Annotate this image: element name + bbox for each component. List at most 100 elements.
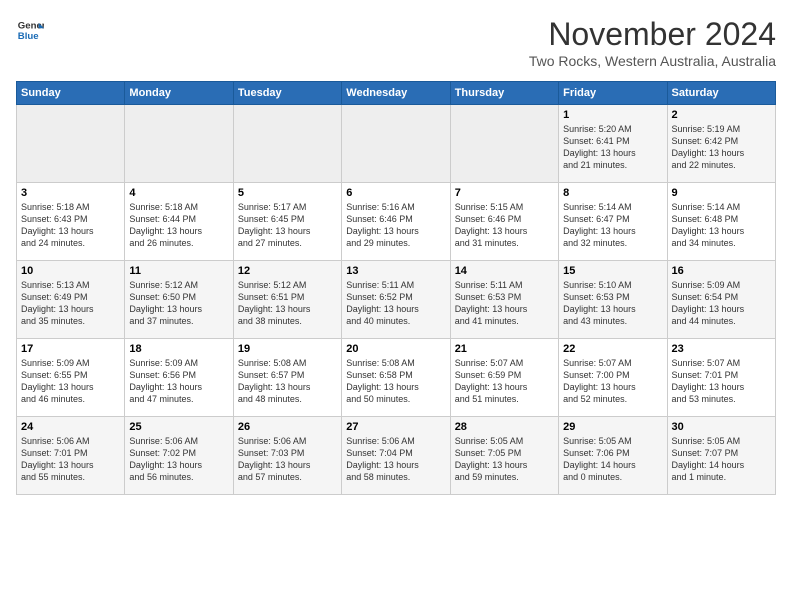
day-info: Sunrise: 5:09 AM Sunset: 6:55 PM Dayligh… [21, 357, 120, 406]
day-info: Sunrise: 5:18 AM Sunset: 6:44 PM Dayligh… [129, 201, 228, 250]
day-number: 25 [129, 421, 228, 433]
day-cell: 12 Sunrise: 5:12 AM Sunset: 6:51 PM Dayli… [233, 261, 341, 339]
day-info: Sunrise: 5:11 AM Sunset: 6:52 PM Dayligh… [346, 279, 445, 328]
week-row-3: 10Sunrise: 5:13 AM Sunset: 6:49 PM Dayli… [17, 261, 776, 339]
day-cell: 24Sunrise: 5:06 AM Sunset: 7:01 PM Dayli… [17, 417, 125, 495]
week-row-2: 3 Sunrise: 5:18 AM Sunset: 6:43 PM Daylig… [17, 183, 776, 261]
day-info: Sunrise: 5:12 AM Sunset: 6:51 PM Dayligh… [238, 279, 337, 328]
day-info: Sunrise: 5:05 AM Sunset: 7:06 PM Dayligh… [563, 435, 662, 484]
day-cell: 10Sunrise: 5:13 AM Sunset: 6:49 PM Dayli… [17, 261, 125, 339]
day-number: 12 [238, 265, 337, 277]
day-number: 7 [455, 187, 554, 199]
day-cell [233, 105, 341, 183]
day-cell: 4 Sunrise: 5:18 AM Sunset: 6:44 PM Daylig… [125, 183, 233, 261]
day-cell [125, 105, 233, 183]
day-cell: 28 Sunrise: 5:05 AM Sunset: 7:05 PM Dayli… [450, 417, 558, 495]
day-info: Sunrise: 5:15 AM Sunset: 6:46 PM Dayligh… [455, 201, 554, 250]
day-cell: 21 Sunrise: 5:07 AM Sunset: 6:59 PM Dayli… [450, 339, 558, 417]
day-number: 3 [21, 187, 120, 199]
day-cell: 18 Sunrise: 5:09 AM Sunset: 6:56 PM Dayli… [125, 339, 233, 417]
day-cell: 19 Sunrise: 5:08 AM Sunset: 6:57 PM Dayli… [233, 339, 341, 417]
day-number: 13 [346, 265, 445, 277]
day-number: 30 [672, 421, 771, 433]
day-number: 6 [346, 187, 445, 199]
week-row-4: 17 Sunrise: 5:09 AM Sunset: 6:55 PM Dayli… [17, 339, 776, 417]
logo-icon: General Blue [16, 16, 44, 44]
day-number: 23 [672, 343, 771, 355]
day-info: Sunrise: 5:17 AM Sunset: 6:45 PM Dayligh… [238, 201, 337, 250]
day-info: Sunrise: 5:10 AM Sunset: 6:53 PM Dayligh… [563, 279, 662, 328]
day-number: 20 [346, 343, 445, 355]
day-info: Sunrise: 5:19 AM Sunset: 6:42 PM Dayligh… [672, 123, 771, 172]
header-row: SundayMondayTuesdayWednesdayThursdayFrid… [17, 82, 776, 105]
page-header: General Blue November 2024 Two Rocks, We… [16, 16, 776, 69]
day-info: Sunrise: 5:07 AM Sunset: 7:00 PM Dayligh… [563, 357, 662, 406]
day-cell: 14Sunrise: 5:11 AM Sunset: 6:53 PM Dayli… [450, 261, 558, 339]
day-cell [342, 105, 450, 183]
column-header-tuesday: Tuesday [233, 82, 341, 105]
day-cell: 3 Sunrise: 5:18 AM Sunset: 6:43 PM Daylig… [17, 183, 125, 261]
day-info: Sunrise: 5:14 AM Sunset: 6:47 PM Dayligh… [563, 201, 662, 250]
day-info: Sunrise: 5:05 AM Sunset: 7:07 PM Dayligh… [672, 435, 771, 484]
day-number: 19 [238, 343, 337, 355]
day-info: Sunrise: 5:06 AM Sunset: 7:03 PM Dayligh… [238, 435, 337, 484]
day-cell: 26 Sunrise: 5:06 AM Sunset: 7:03 PM Dayli… [233, 417, 341, 495]
day-number: 17 [21, 343, 120, 355]
day-number: 5 [238, 187, 337, 199]
day-info: Sunrise: 5:09 AM Sunset: 6:54 PM Dayligh… [672, 279, 771, 328]
main-title: November 2024 [529, 16, 776, 53]
day-number: 18 [129, 343, 228, 355]
column-header-monday: Monday [125, 82, 233, 105]
day-number: 29 [563, 421, 662, 433]
day-info: Sunrise: 5:14 AM Sunset: 6:48 PM Dayligh… [672, 201, 771, 250]
day-number: 28 [455, 421, 554, 433]
day-cell [450, 105, 558, 183]
day-cell: 22 Sunrise: 5:07 AM Sunset: 7:00 PM Dayli… [559, 339, 667, 417]
day-cell: 2Sunrise: 5:19 AM Sunset: 6:42 PM Daylig… [667, 105, 775, 183]
day-cell: 9 Sunrise: 5:14 AM Sunset: 6:48 PM Daylig… [667, 183, 775, 261]
logo: General Blue [16, 16, 44, 44]
day-info: Sunrise: 5:18 AM Sunset: 6:43 PM Dayligh… [21, 201, 120, 250]
day-number: 22 [563, 343, 662, 355]
day-cell: 16 Sunrise: 5:09 AM Sunset: 6:54 PM Dayli… [667, 261, 775, 339]
day-cell: 1Sunrise: 5:20 AM Sunset: 6:41 PM Daylig… [559, 105, 667, 183]
day-number: 16 [672, 265, 771, 277]
day-cell: 11 Sunrise: 5:12 AM Sunset: 6:50 PM Dayli… [125, 261, 233, 339]
day-number: 1 [563, 109, 662, 121]
subtitle: Two Rocks, Western Australia, Australia [529, 53, 776, 69]
week-row-1: 1Sunrise: 5:20 AM Sunset: 6:41 PM Daylig… [17, 105, 776, 183]
day-cell: 6 Sunrise: 5:16 AM Sunset: 6:46 PM Daylig… [342, 183, 450, 261]
day-cell: 30 Sunrise: 5:05 AM Sunset: 7:07 PM Dayli… [667, 417, 775, 495]
calendar-table: SundayMondayTuesdayWednesdayThursdayFrid… [16, 81, 776, 495]
day-info: Sunrise: 5:06 AM Sunset: 7:02 PM Dayligh… [129, 435, 228, 484]
day-cell: 29 Sunrise: 5:05 AM Sunset: 7:06 PM Dayli… [559, 417, 667, 495]
day-cell: 15Sunrise: 5:10 AM Sunset: 6:53 PM Dayli… [559, 261, 667, 339]
column-header-sunday: Sunday [17, 82, 125, 105]
day-info: Sunrise: 5:09 AM Sunset: 6:56 PM Dayligh… [129, 357, 228, 406]
day-number: 9 [672, 187, 771, 199]
day-cell: 5 Sunrise: 5:17 AM Sunset: 6:45 PM Daylig… [233, 183, 341, 261]
title-section: November 2024 Two Rocks, Western Austral… [529, 16, 776, 69]
day-info: Sunrise: 5:08 AM Sunset: 6:58 PM Dayligh… [346, 357, 445, 406]
day-cell: 8Sunrise: 5:14 AM Sunset: 6:47 PM Daylig… [559, 183, 667, 261]
day-number: 21 [455, 343, 554, 355]
day-info: Sunrise: 5:07 AM Sunset: 7:01 PM Dayligh… [672, 357, 771, 406]
column-header-wednesday: Wednesday [342, 82, 450, 105]
column-header-thursday: Thursday [450, 82, 558, 105]
day-info: Sunrise: 5:12 AM Sunset: 6:50 PM Dayligh… [129, 279, 228, 328]
day-number: 26 [238, 421, 337, 433]
day-cell: 20 Sunrise: 5:08 AM Sunset: 6:58 PM Dayli… [342, 339, 450, 417]
day-cell [17, 105, 125, 183]
day-info: Sunrise: 5:08 AM Sunset: 6:57 PM Dayligh… [238, 357, 337, 406]
day-number: 14 [455, 265, 554, 277]
day-cell: 23 Sunrise: 5:07 AM Sunset: 7:01 PM Dayli… [667, 339, 775, 417]
day-cell: 13 Sunrise: 5:11 AM Sunset: 6:52 PM Dayli… [342, 261, 450, 339]
column-header-saturday: Saturday [667, 82, 775, 105]
day-info: Sunrise: 5:06 AM Sunset: 7:04 PM Dayligh… [346, 435, 445, 484]
day-info: Sunrise: 5:16 AM Sunset: 6:46 PM Dayligh… [346, 201, 445, 250]
day-number: 4 [129, 187, 228, 199]
day-number: 11 [129, 265, 228, 277]
day-info: Sunrise: 5:07 AM Sunset: 6:59 PM Dayligh… [455, 357, 554, 406]
week-row-5: 24Sunrise: 5:06 AM Sunset: 7:01 PM Dayli… [17, 417, 776, 495]
day-info: Sunrise: 5:05 AM Sunset: 7:05 PM Dayligh… [455, 435, 554, 484]
